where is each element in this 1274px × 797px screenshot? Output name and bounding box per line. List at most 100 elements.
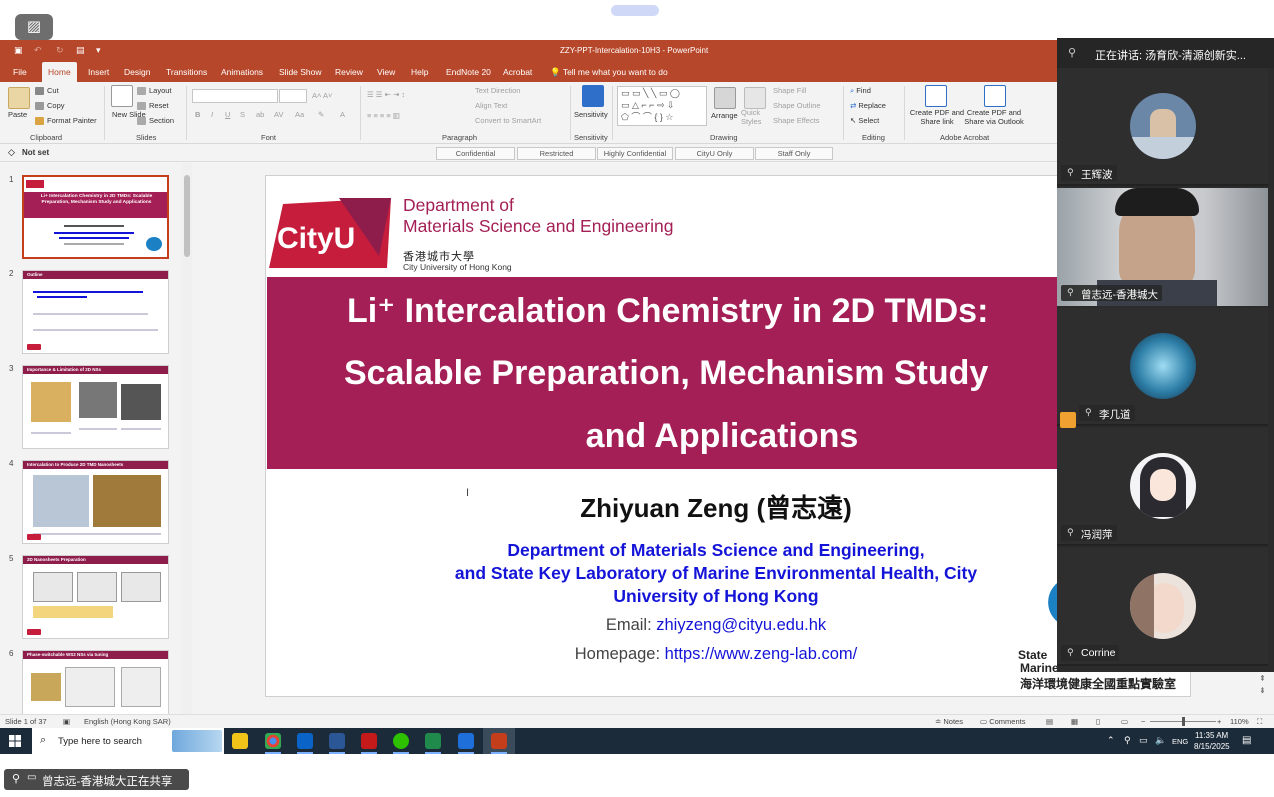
paste-button[interactable]: Paste	[8, 110, 27, 119]
cut-button[interactable]: Cut	[35, 86, 59, 96]
language-indicator[interactable]: English (Hong Kong SAR)	[84, 717, 171, 726]
tab-slide-show[interactable]: Slide Show	[279, 67, 322, 77]
participant-tile[interactable]: ⚲ 冯润萍	[1057, 428, 1268, 546]
clock-time[interactable]: 11:35 AM	[1195, 731, 1228, 740]
slide-thumbnail-5[interactable]: 2D Nanosheets Preparation	[22, 555, 169, 639]
tab-help[interactable]: Help	[411, 67, 428, 77]
undo-icon[interactable]: ↶	[34, 45, 42, 56]
highlight-icon[interactable]: ✎	[318, 110, 324, 119]
shapes-gallery[interactable]: ▭ ▭ ╲ ╲ ▭ ◯ ▭ △ ⌐ ⌐ ⇨ ⇩ ⬠ ⌒ ⌒ { } ☆	[617, 86, 707, 126]
word-icon[interactable]	[329, 733, 345, 749]
new-slide-icon[interactable]	[111, 85, 133, 107]
arrange-button[interactable]: Arrange	[711, 111, 738, 120]
customize-quick-access-icon[interactable]: ▾	[96, 45, 101, 56]
reading-view-icon[interactable]: ▯	[1096, 717, 1100, 726]
file-explorer-icon[interactable]	[232, 733, 248, 749]
slide-thumbnail-4[interactable]: Intercalation to Produce 2D TMD Nanoshee…	[22, 460, 169, 544]
notes-button[interactable]: ≐ Notes	[935, 717, 963, 726]
bold-icon[interactable]: B	[195, 110, 200, 119]
tab-review[interactable]: Review	[335, 67, 363, 77]
thumbnails-scrollbar[interactable]	[182, 163, 192, 715]
save-icon[interactable]: ▣	[14, 45, 23, 56]
tell-me-box[interactable]: 💡 Tell me what you want to do	[550, 67, 668, 78]
acrobat-icon[interactable]	[361, 733, 377, 749]
sensitivity-button[interactable]: Sensitivity	[574, 110, 608, 119]
start-from-beginning-icon[interactable]: ▤	[76, 45, 85, 56]
outlook-icon[interactable]	[297, 733, 313, 749]
align-text-button[interactable]: Align Text	[475, 101, 507, 110]
sensitivity-icon[interactable]	[582, 85, 604, 107]
font-color-icon[interactable]: A	[340, 110, 345, 119]
volume-icon[interactable]: 🔈	[1155, 735, 1166, 746]
convert-smartart-button[interactable]: Convert to SmartArt	[475, 116, 541, 125]
tab-home[interactable]: Home	[42, 62, 77, 82]
arrange-icon[interactable]	[714, 87, 736, 109]
zoom-slider-knob[interactable]	[1182, 717, 1185, 726]
scroll-down-icon[interactable]: ⇟	[1259, 686, 1266, 695]
shape-fill-button[interactable]: Shape Fill	[773, 86, 806, 95]
shape-effects-button[interactable]: Shape Effects	[773, 116, 820, 125]
clock-date[interactable]: 8/15/2025	[1194, 742, 1230, 751]
normal-view-icon[interactable]: ▤	[1046, 717, 1053, 726]
pdf-share-link-icon[interactable]	[925, 85, 947, 107]
slide-thumbnail-2[interactable]: Outline	[22, 270, 169, 354]
participant-tile[interactable]: ⚲ 王辉波	[1057, 68, 1268, 186]
sharing-indicator[interactable]: ⚲ ▭ 曾志远-香港城大正在共享	[4, 769, 189, 790]
select-button[interactable]: ↖ Select	[850, 116, 879, 125]
microphone-icon[interactable]: ⚲	[1124, 735, 1131, 746]
tray-expand-icon[interactable]: ⌃	[1107, 735, 1115, 746]
homepage-link[interactable]: https://www.zeng-lab.com/	[665, 645, 858, 663]
font-size-box[interactable]	[279, 89, 307, 103]
label-highly-confidential[interactable]: Highly Confidential	[597, 147, 673, 160]
shape-outline-button[interactable]: Shape Outline	[773, 101, 821, 110]
windows-start-icon[interactable]	[9, 735, 21, 747]
label-staff-only[interactable]: Staff Only	[755, 147, 833, 160]
italic-icon[interactable]: I	[211, 110, 213, 119]
reset-button[interactable]: Reset	[137, 101, 169, 111]
slide-sorter-icon[interactable]: ▦	[1071, 717, 1078, 726]
participant-tile[interactable]: ⚲ 李几道	[1057, 308, 1268, 428]
label-cityu-only[interactable]: CityU Only	[675, 147, 754, 160]
notifications-icon[interactable]: ▤	[1242, 735, 1251, 746]
replace-button[interactable]: ⇄ Replace	[850, 101, 886, 110]
participant-tile[interactable]: ⚲ Corrine	[1057, 548, 1268, 666]
slide-canvas[interactable]: CityU Department of Materials Science an…	[265, 175, 1191, 697]
tab-insert[interactable]: Insert	[88, 67, 109, 77]
share-toolbar-handle[interactable]	[611, 5, 659, 16]
align-icons[interactable]: ≡ ≡ ≡ ≡ ▥	[367, 111, 400, 120]
tab-endnote[interactable]: EndNote 20	[446, 67, 491, 77]
powerpoint-icon[interactable]	[491, 733, 507, 749]
network-icon[interactable]: ▭	[1139, 735, 1148, 746]
meeting-app-icon[interactable]	[425, 733, 441, 749]
find-button[interactable]: ⌕ Find	[850, 86, 871, 96]
format-painter-button[interactable]: Format Painter	[35, 116, 97, 126]
zoom-in-icon[interactable]: +	[1217, 717, 1221, 726]
quick-styles-icon[interactable]	[744, 87, 766, 109]
section-button[interactable]: Section	[137, 116, 174, 126]
quick-styles-button[interactable]: Quick Styles	[741, 108, 771, 126]
label-confidential[interactable]: Confidential	[436, 147, 515, 160]
wechat-icon[interactable]	[393, 733, 409, 749]
taskbar-search-box[interactable]: ⌕ Type here to search	[32, 728, 224, 754]
fit-slide-icon[interactable]: ⛶	[1257, 717, 1262, 727]
char-spacing-icon[interactable]: AV	[274, 110, 283, 119]
tab-design[interactable]: Design	[124, 67, 150, 77]
scrollbar-thumb[interactable]	[184, 175, 190, 257]
tab-transitions[interactable]: Transitions	[166, 67, 207, 77]
screen-share-icon[interactable]: ▨	[15, 14, 53, 40]
photos-icon[interactable]	[458, 733, 474, 749]
slide-thumbnail-6[interactable]: Phase-switchable WS2 NSs via tuning	[22, 650, 169, 715]
tab-acrobat[interactable]: Acrobat	[503, 67, 532, 77]
zoom-out-icon[interactable]: −	[1141, 717, 1145, 726]
shadow-icon[interactable]: S	[240, 110, 245, 119]
tab-animations[interactable]: Animations	[221, 67, 263, 77]
label-restricted[interactable]: Restricted	[517, 147, 596, 160]
font-name-box[interactable]	[192, 89, 278, 103]
slideshow-view-icon[interactable]: ▭	[1121, 717, 1128, 726]
copy-button[interactable]: Copy	[35, 101, 65, 111]
tab-view[interactable]: View	[377, 67, 395, 77]
paste-icon[interactable]	[8, 87, 30, 109]
comments-button[interactable]: ▭ Comments	[980, 717, 1025, 726]
zoom-level[interactable]: 110%	[1230, 717, 1249, 726]
text-direction-button[interactable]: Text Direction	[475, 86, 520, 95]
